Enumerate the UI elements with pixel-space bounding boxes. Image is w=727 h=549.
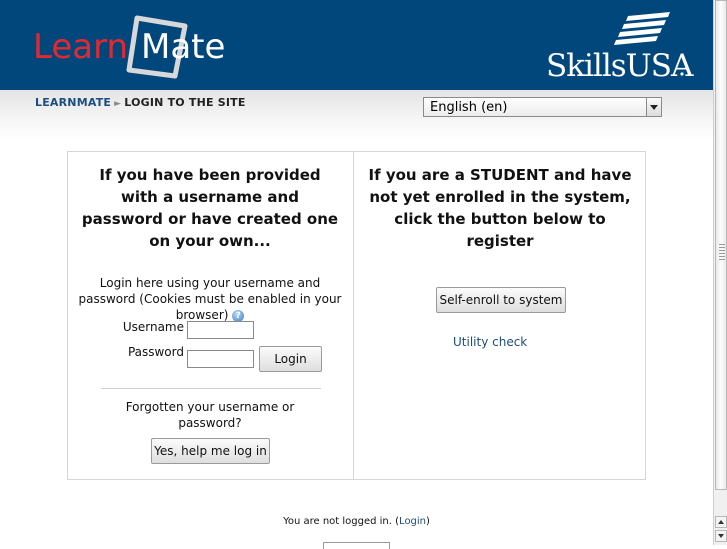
password-label: Password <box>127 345 184 359</box>
logo-learn-text: Learn <box>33 27 128 67</box>
vertical-scrollbar[interactable] <box>713 0 727 545</box>
help-me-log-in-button[interactable]: Yes, help me log in <box>151 438 270 464</box>
breadcrumb-home-link[interactable]: LEARNMATE <box>35 96 111 109</box>
column-divider <box>353 152 354 479</box>
self-enroll-button[interactable]: Self-enroll to system <box>436 287 566 313</box>
skillsusa-logo: SkillsUSA <box>546 12 695 82</box>
language-select[interactable]: English (en) <box>423 97 662 117</box>
footer-login-info: You are not logged in. (Login) <box>283 516 430 527</box>
footer-login-link[interactable]: Login <box>399 516 426 527</box>
username-input[interactable] <box>187 321 254 339</box>
language-selected-value: English (en) <box>430 100 508 115</box>
logo-mate-text: Mate <box>141 27 225 67</box>
footer-box <box>323 542 390 549</box>
footer-status-text: You are not logged in. <box>283 516 392 527</box>
utility-check-link[interactable]: Utility check <box>453 335 527 349</box>
login-panel-title: If you have been provided with a usernam… <box>81 166 339 250</box>
skillsusa-text: SkillsUSA <box>546 48 694 82</box>
grip-icon <box>719 244 725 262</box>
forgot-text: Forgotten your username or password? <box>125 400 295 430</box>
learnmate-logo[interactable]: Learn Mate <box>33 14 243 80</box>
scroll-down-icon[interactable] <box>715 530 727 542</box>
login-description-text: Login here using your username and passw… <box>78 276 342 322</box>
login-button[interactable]: Login <box>259 346 322 372</box>
scrollbar-thumb[interactable] <box>715 0 727 490</box>
register-panel-title: If you are a STUDENT and have not yet en… <box>368 166 632 250</box>
username-label: Username <box>122 320 184 334</box>
breadcrumb: LEARNMATE ► LOGIN TO THE SITE <box>35 96 246 109</box>
dropdown-arrow-icon[interactable] <box>646 98 661 116</box>
divider <box>101 388 321 389</box>
breadcrumb-separator-icon: ► <box>114 99 122 109</box>
login-description: Login here using your username and passw… <box>70 275 350 323</box>
site-header: Learn Mate SkillsUSA <box>0 0 713 90</box>
help-icon[interactable]: ? <box>232 309 245 322</box>
breadcrumb-current: LOGIN TO THE SITE <box>124 96 246 109</box>
password-input[interactable] <box>187 350 254 368</box>
scroll-up-icon[interactable] <box>715 516 727 528</box>
